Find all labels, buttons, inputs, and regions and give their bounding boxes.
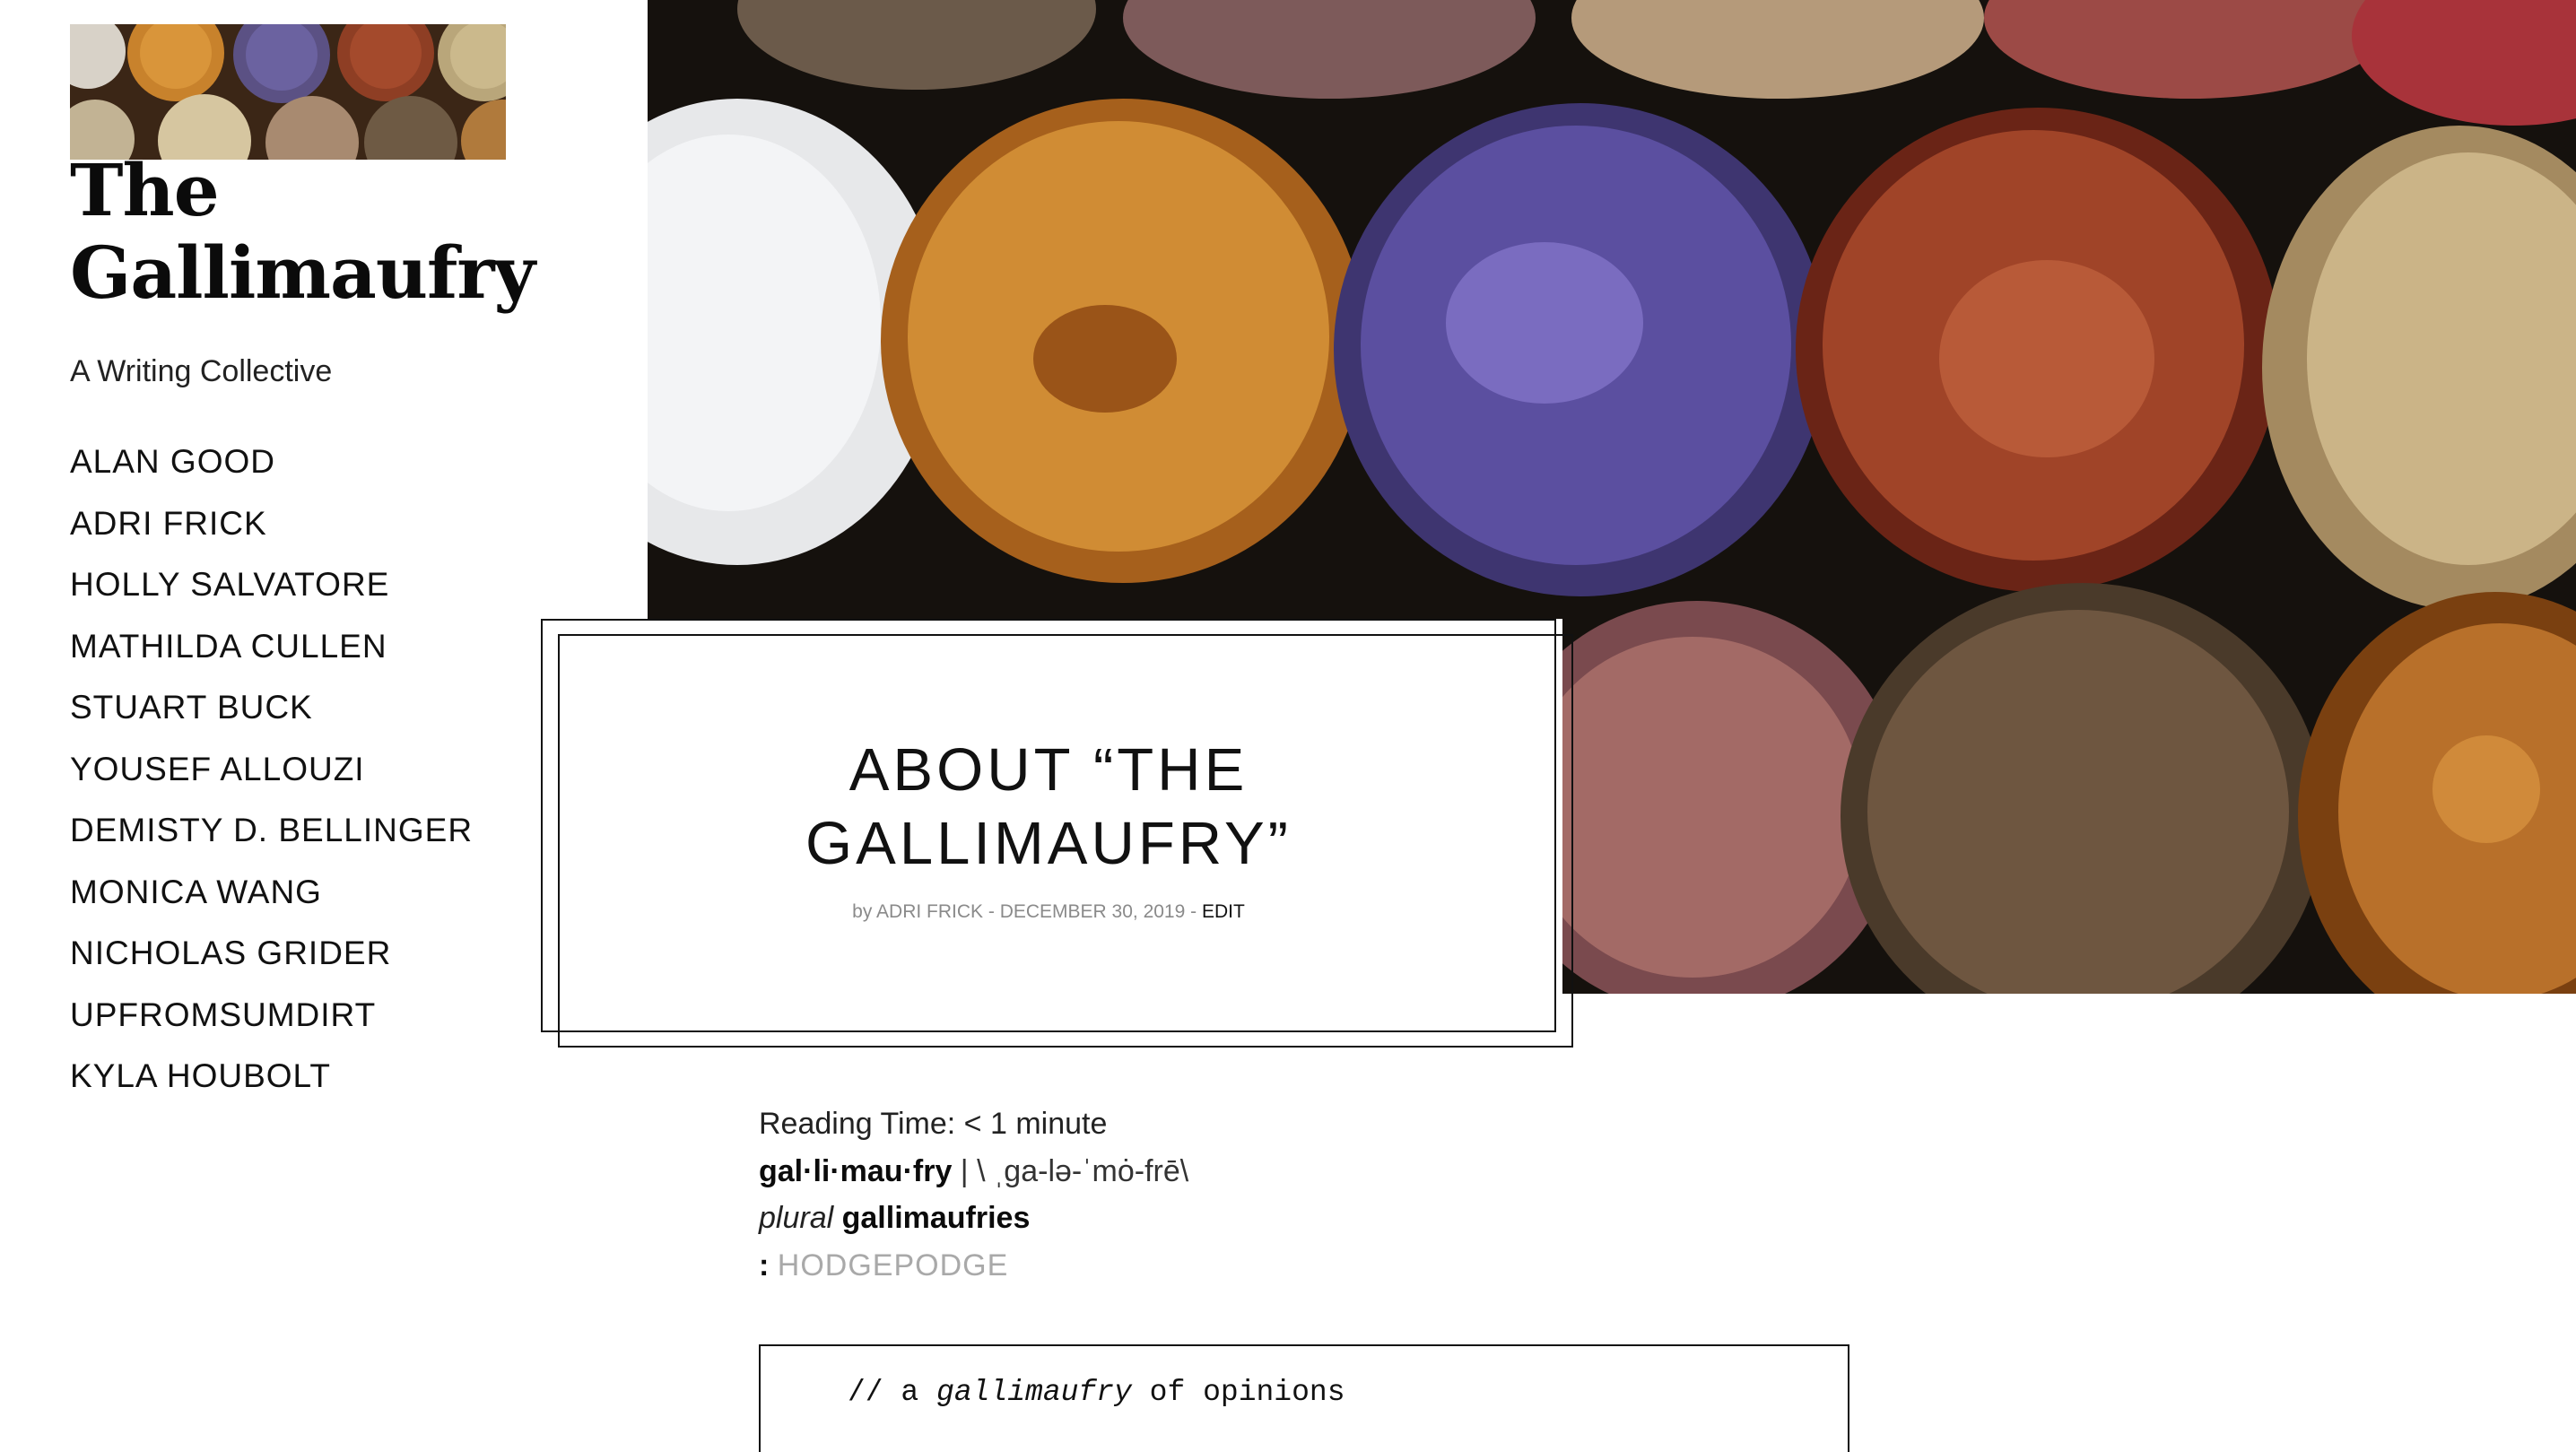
nav-item-monica-wang[interactable]: MONICA WANG — [70, 867, 473, 929]
nav-item-nicholas-grider[interactable]: NICHOLAS GRIDER — [70, 928, 473, 990]
post-title: ABOUT “THE GALLIMAUFRY” — [541, 734, 1556, 881]
post-byline: by ADRI FRICK - DECEMBER 30, 2019 — [852, 901, 1186, 922]
hodgepodge-link[interactable]: HODGEPODGE — [778, 1248, 1008, 1282]
plural-label: plural — [759, 1201, 834, 1235]
post-title-line-2: GALLIMAUFRY” — [805, 810, 1292, 877]
title-card-content: ABOUT “THE GALLIMAUFRY” by ADRI FRICK - … — [541, 619, 1556, 1032]
nav-item-adri-frick[interactable]: ADRI FRICK — [70, 499, 473, 561]
site-logo-image[interactable] — [70, 24, 506, 160]
post-title-line-1: ABOUT “THE — [849, 736, 1249, 804]
site-tagline: A Writing Collective — [70, 354, 333, 388]
author-nav: ALAN GOOD ADRI FRICK HOLLY SALVATORE MAT… — [70, 437, 473, 1113]
code-line: // a gallimaufry of opinions — [848, 1375, 1345, 1411]
pronunciation: | \ ˌga-lə-ˈmȯ-frē\ — [952, 1153, 1189, 1188]
nav-item-demisty-bellinger[interactable]: DEMISTY D. BELLINGER — [70, 805, 473, 867]
code-block: // a gallimaufry of opinions — [759, 1344, 1849, 1452]
nav-item-mathilda-cullen[interactable]: MATHILDA CULLEN — [70, 622, 473, 683]
edit-link[interactable]: EDIT — [1202, 901, 1245, 922]
site-title-line-1: The — [70, 148, 220, 232]
nav-item-holly-salvatore[interactable]: HOLLY SALVATORE — [70, 560, 473, 622]
dictionary-headword-line: gal·li·mau·fry | \ ˌga-lə-ˈmȯ-frē\ — [759, 1148, 1853, 1196]
post-meta: by ADRI FRICK - DECEMBER 30, 2019 - EDIT — [541, 899, 1556, 926]
nav-item-alan-good[interactable]: ALAN GOOD — [70, 437, 473, 499]
nav-item-upfromsumdirt[interactable]: UPFROMSUMDIRT — [70, 990, 473, 1052]
nav-item-yousef-allouzi[interactable]: YOUSEF ALLOUZI — [70, 744, 473, 806]
meta-separator: - — [1185, 901, 1202, 922]
reading-time: Reading Time: < 1 minute — [759, 1107, 1108, 1141]
definition-colon: : — [759, 1248, 770, 1282]
code-emphasis: gallimaufry — [936, 1376, 1132, 1409]
plural-line: plural gallimaufries — [759, 1195, 1853, 1242]
plural-word: gallimaufries — [841, 1201, 1031, 1235]
nav-item-kyla-houbolt[interactable]: KYLA HOUBOLT — [70, 1051, 473, 1113]
site-title[interactable]: The Gallimaufry — [70, 149, 572, 314]
site-title-line-2: Gallimaufry — [70, 230, 535, 315]
nav-item-stuart-buck[interactable]: STUART BUCK — [70, 683, 473, 744]
code-suffix: of opinions — [1131, 1376, 1345, 1409]
article-body: Reading Time: < 1 minute gal·li·mau·fry … — [759, 1100, 1853, 1289]
code-prefix: // a — [848, 1376, 937, 1409]
headword: gal·li·mau·fry — [759, 1153, 953, 1188]
definition-line: : HODGEPODGE — [759, 1242, 1853, 1290]
